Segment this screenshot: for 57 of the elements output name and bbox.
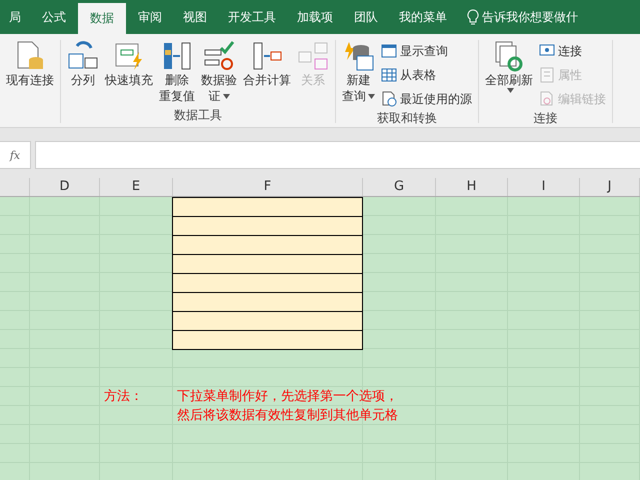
query-database-icon xyxy=(342,40,374,72)
input-cell[interactable] xyxy=(172,235,363,255)
input-cell[interactable] xyxy=(172,292,363,312)
input-cell[interactable] xyxy=(172,197,363,217)
ribbon-button[interactable]: 快速填充 xyxy=(103,40,155,107)
note-text: 然后将该数据有效性复制到其他单元格 xyxy=(177,407,398,424)
input-cell[interactable] xyxy=(172,311,363,331)
ribbon-button[interactable]: 合并计算 xyxy=(241,40,293,107)
column-header[interactable]: F xyxy=(173,178,363,196)
ribbon-button[interactable]: 全部刷新 xyxy=(483,40,535,110)
properties-icon xyxy=(539,67,555,83)
input-cell[interactable] xyxy=(172,216,363,236)
table-icon xyxy=(381,43,397,59)
ribbon-tab[interactable]: 团队 xyxy=(345,0,387,34)
input-cell[interactable] xyxy=(172,273,363,293)
ribbon-tab[interactable]: 审阅 xyxy=(129,0,171,34)
column-header[interactable]: I xyxy=(508,178,580,196)
ribbon-tab[interactable]: 视图 xyxy=(174,0,216,34)
group-label: 获取和转换 xyxy=(376,110,438,126)
input-cell[interactable] xyxy=(172,254,363,274)
column-header[interactable]: G xyxy=(363,178,436,196)
ribbon-tab[interactable]: 数据 xyxy=(78,3,126,34)
lightbulb-icon xyxy=(467,9,479,25)
column-header[interactable]: H xyxy=(436,178,508,196)
ribbon-button[interactable]: 删除 重复值 xyxy=(157,40,197,107)
table-icon xyxy=(381,67,397,83)
ribbon-tab[interactable]: 公式 xyxy=(33,0,75,34)
ribbon-button[interactable]: 新建 查询 xyxy=(340,40,377,110)
input-cell[interactable] xyxy=(172,330,363,350)
insert-function-button[interactable]: fx xyxy=(0,141,31,169)
ribbon-button[interactable]: 分列 xyxy=(65,40,101,107)
remove-duplicates-icon xyxy=(161,40,193,72)
relationships-icon xyxy=(297,40,329,72)
consolidate-icon xyxy=(251,40,283,72)
formula-input[interactable] xyxy=(35,141,640,169)
ribbon-tab[interactable]: 加载项 xyxy=(288,0,342,34)
ribbon-tab[interactable]: 我的菜单 xyxy=(390,0,456,34)
ribbon-small-button[interactable]: 从表格 xyxy=(379,64,474,86)
column-header[interactable]: E xyxy=(100,178,173,196)
ribbon-tab[interactable]: 开发工具 xyxy=(219,0,285,34)
ribbon-button[interactable]: 数据验 证 xyxy=(199,40,239,107)
link-document-icon xyxy=(539,91,555,107)
tell-me-search[interactable]: 告诉我你想要做什 xyxy=(482,8,578,26)
ribbon-button[interactable]: 现有连接 xyxy=(4,40,56,107)
group-label: 数据工具 xyxy=(173,107,223,123)
ribbon-small-button[interactable]: 连接 xyxy=(537,40,608,62)
ribbon-tab[interactable]: 局 xyxy=(0,0,30,34)
clock-document-icon xyxy=(381,91,397,107)
ribbon-small-button[interactable]: 显示查询 xyxy=(379,40,474,62)
column-header[interactable]: D xyxy=(30,178,100,196)
column-header[interactable]: J xyxy=(580,178,640,196)
validation-icon xyxy=(203,40,235,72)
note-label: 方法： xyxy=(104,388,143,405)
group-label: 连接 xyxy=(532,110,558,126)
refresh-all-icon xyxy=(493,40,525,72)
ribbon-small-button[interactable]: 最近使用的源 xyxy=(379,88,474,110)
note-text: 下拉菜单制作好，先选择第一个选项， xyxy=(177,388,398,405)
